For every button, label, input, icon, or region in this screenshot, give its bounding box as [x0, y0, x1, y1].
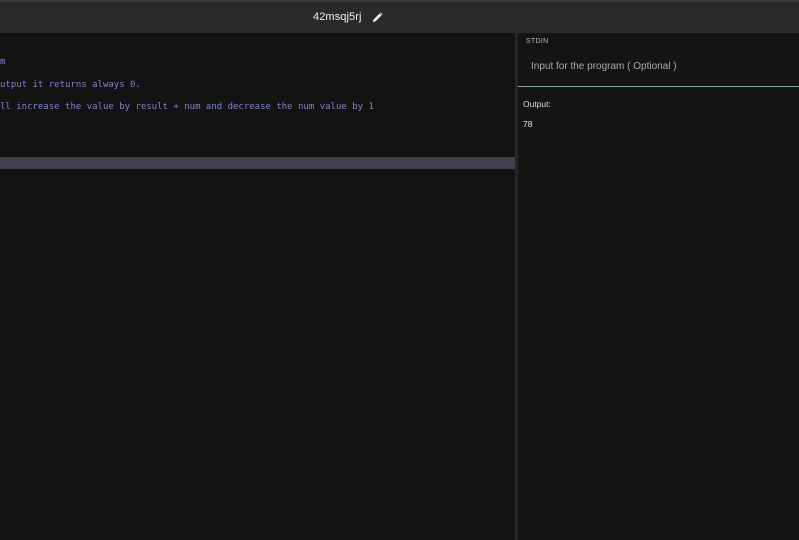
io-panel: STDIN Output: 78	[518, 33, 799, 540]
title-area: 42msqj5rj	[313, 11, 383, 23]
code-line-1[interactable]: m	[0, 55, 5, 69]
stdin-input[interactable]	[518, 47, 799, 87]
current-line-highlight	[0, 157, 515, 169]
program-title[interactable]: 42msqj5rj	[313, 11, 362, 23]
code-line-2[interactable]: utput it returns always 0.	[0, 78, 141, 92]
code-editor[interactable]: m utput it returns always 0. ll increase…	[0, 33, 515, 540]
output-label: Output:	[523, 99, 551, 109]
code-line-3[interactable]: ll increase the value by result + num an…	[0, 100, 374, 114]
pencil-icon[interactable]	[372, 11, 383, 23]
top-bar: 42msqj5rj	[0, 0, 799, 33]
output-value: 78	[523, 119, 533, 129]
stdin-label: STDIN	[526, 38, 549, 45]
